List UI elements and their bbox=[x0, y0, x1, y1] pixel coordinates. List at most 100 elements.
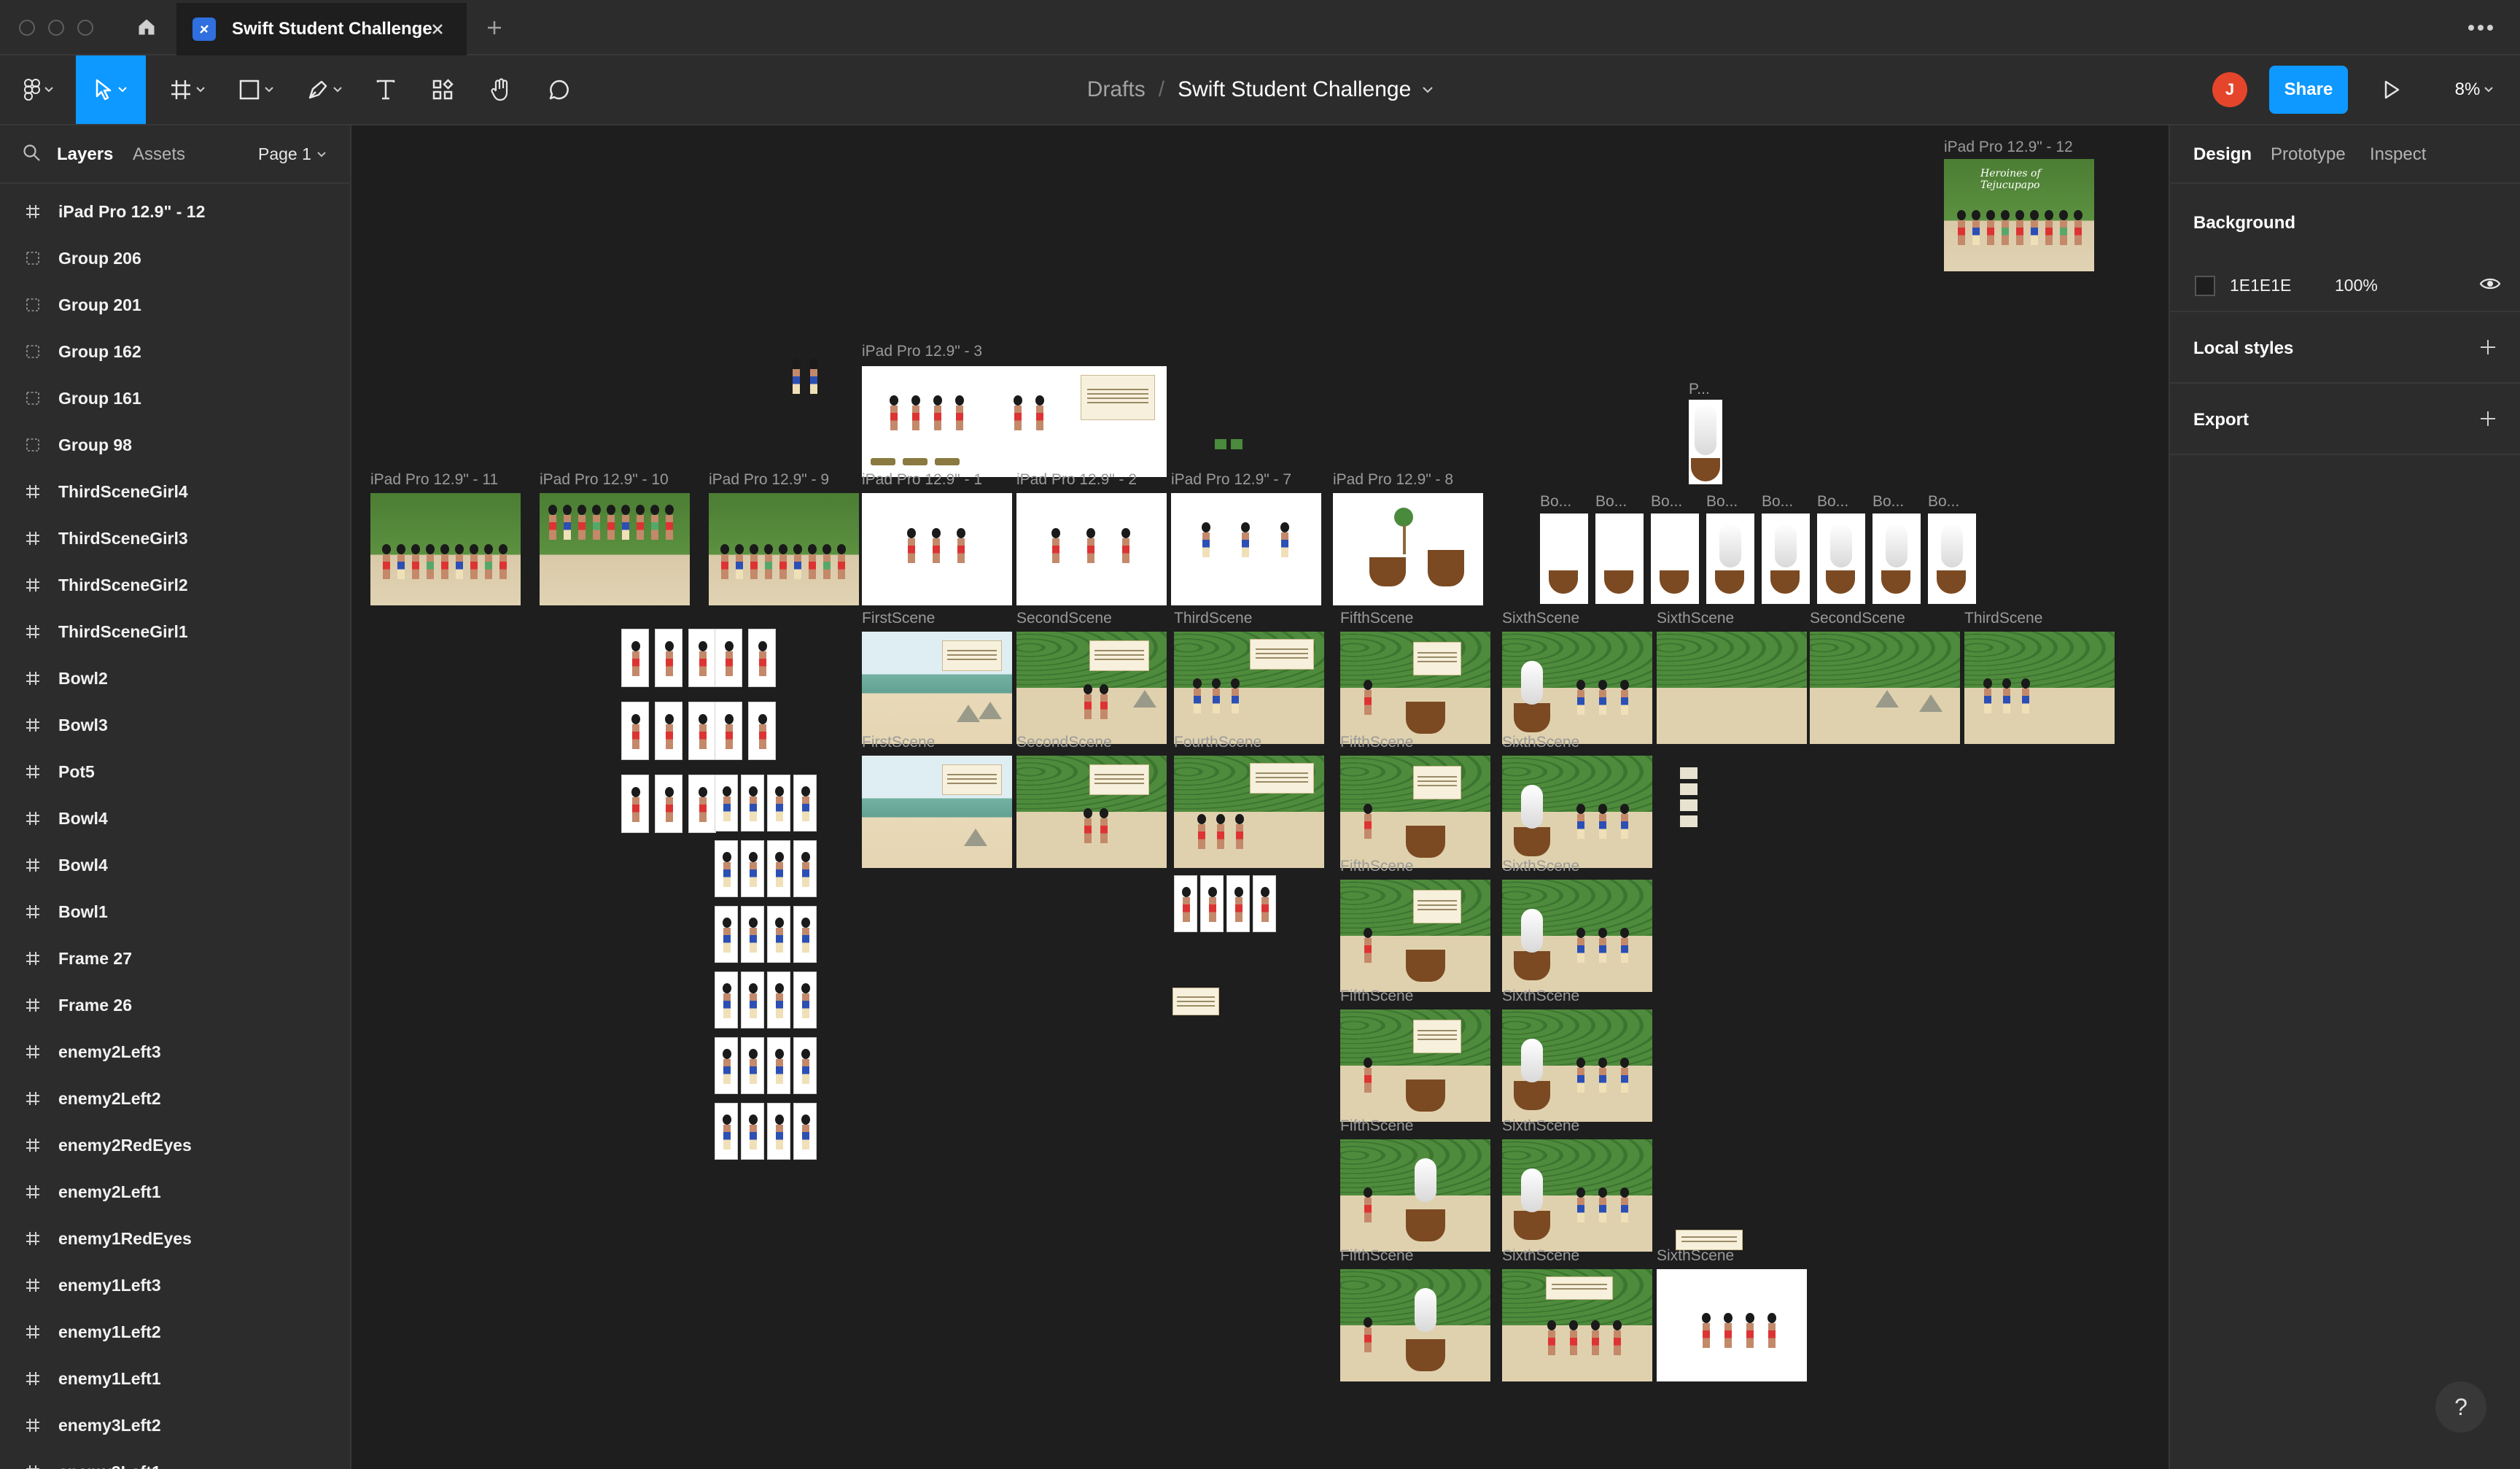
frame-label[interactable]: iPad Pro 12.9" - 9 bbox=[709, 471, 829, 489]
resources-tool-button[interactable] bbox=[424, 55, 461, 124]
dialog-box-asset[interactable] bbox=[1172, 988, 1219, 1015]
character-sprite-frame[interactable] bbox=[741, 972, 764, 1028]
frame-label[interactable]: P... bbox=[1689, 381, 1710, 398]
character-sprite-frame[interactable] bbox=[621, 775, 649, 833]
frame-ipad-8[interactable] bbox=[1333, 493, 1483, 605]
frame-label[interactable]: SecondScene bbox=[1810, 610, 1905, 627]
frame-fifth-scene[interactable] bbox=[1340, 1139, 1490, 1252]
frame-label[interactable]: ThirdScene bbox=[1964, 610, 2042, 627]
layer-item[interactable]: ThirdSceneGirl1 bbox=[0, 608, 350, 655]
frame-first-scene[interactable] bbox=[862, 756, 1012, 868]
layer-item[interactable]: enemy1Left3 bbox=[0, 1262, 350, 1309]
character-sprite-frame[interactable] bbox=[793, 775, 817, 832]
tiny-buttons[interactable] bbox=[1215, 439, 1245, 449]
layer-item[interactable]: ThirdSceneGirl4 bbox=[0, 468, 350, 515]
character-sprite-frame[interactable] bbox=[767, 906, 790, 963]
frame-bowl[interactable] bbox=[1762, 513, 1810, 604]
character-sprite-frame[interactable] bbox=[1200, 875, 1224, 932]
layer-item[interactable]: Frame 27 bbox=[0, 935, 350, 982]
frame-label[interactable]: Bo... bbox=[1872, 493, 1904, 511]
background-hex-input[interactable]: 1E1E1E bbox=[2230, 276, 2291, 295]
shape-tool-button[interactable] bbox=[230, 55, 281, 124]
character-sprite-frame[interactable] bbox=[715, 972, 738, 1028]
frame-label[interactable]: ThirdScene bbox=[1174, 610, 1252, 627]
character-sprite-frame[interactable] bbox=[1174, 875, 1197, 932]
tab-document[interactable]: Swift Student Challenge bbox=[176, 3, 467, 55]
character-sprite-frame[interactable] bbox=[767, 1037, 790, 1094]
design-canvas[interactable]: iPad Pro 12.9" - 12 Heroines of Tejucupa… bbox=[351, 125, 2169, 1469]
layer-item[interactable]: enemy2Left3 bbox=[0, 1028, 350, 1075]
frame-label[interactable]: SixthScene bbox=[1502, 734, 1579, 751]
file-name[interactable]: Swift Student Challenge bbox=[1178, 77, 1411, 102]
frame-label[interactable]: FirstScene bbox=[862, 734, 935, 751]
frame-sixth-scene[interactable] bbox=[1657, 1269, 1807, 1381]
frame-label[interactable]: iPad Pro 12.9" - 12 bbox=[1944, 139, 2073, 156]
frame-label[interactable]: SixthScene bbox=[1502, 610, 1579, 627]
character-sprite-frame[interactable] bbox=[655, 629, 682, 687]
frame-label[interactable]: SixthScene bbox=[1502, 988, 1579, 1005]
character-sprite[interactable] bbox=[808, 359, 820, 394]
layer-item[interactable]: Bowl4 bbox=[0, 842, 350, 888]
frame-second-scene[interactable] bbox=[1016, 756, 1167, 868]
layer-item[interactable]: Group 98 bbox=[0, 422, 350, 468]
frame-fifth-scene[interactable] bbox=[1340, 1269, 1490, 1381]
frame-bowl[interactable] bbox=[1595, 513, 1644, 604]
layer-item[interactable]: Group 161 bbox=[0, 375, 350, 422]
frame-label[interactable]: Bo... bbox=[1706, 493, 1738, 511]
character-sprite-frame[interactable] bbox=[688, 775, 716, 833]
character-sprite-frame[interactable] bbox=[715, 1103, 738, 1160]
frame-label[interactable]: Bo... bbox=[1595, 493, 1627, 511]
character-sprite-frame[interactable] bbox=[621, 702, 649, 760]
frame-sixth-scene[interactable] bbox=[1502, 880, 1652, 992]
layer-item[interactable]: Group 206 bbox=[0, 235, 350, 282]
close-tab-button[interactable] bbox=[427, 19, 448, 39]
character-sprite-frame[interactable] bbox=[688, 629, 716, 687]
frame-sixth-scene[interactable] bbox=[1657, 632, 1807, 744]
frame-second-scene[interactable] bbox=[1016, 632, 1167, 744]
frame-bowl[interactable] bbox=[1872, 513, 1921, 604]
frame-label[interactable]: SecondScene bbox=[1016, 610, 1112, 627]
layer-item[interactable]: iPad Pro 12.9" - 12 bbox=[0, 188, 350, 235]
frame-fifth-scene[interactable] bbox=[1340, 632, 1490, 744]
move-tool-button[interactable] bbox=[76, 55, 146, 124]
layer-item[interactable]: Pot5 bbox=[0, 748, 350, 795]
frame-bowl[interactable] bbox=[1540, 513, 1588, 604]
layer-item[interactable]: Bowl3 bbox=[0, 702, 350, 748]
character-sprite-frame[interactable] bbox=[767, 775, 790, 832]
character-sprite-frame[interactable] bbox=[1226, 875, 1250, 932]
character-sprite-frame[interactable] bbox=[793, 840, 817, 897]
frame-ipad-12[interactable]: Heroines of Tejucupapo bbox=[1944, 159, 2094, 271]
layer-item[interactable]: enemy1Left1 bbox=[0, 1355, 350, 1402]
frame-ipad-10[interactable] bbox=[540, 493, 690, 605]
frame-label[interactable]: FifthScene bbox=[1340, 988, 1413, 1005]
frame-label[interactable]: FifthScene bbox=[1340, 858, 1413, 875]
character-sprite-frame[interactable] bbox=[715, 702, 742, 760]
frame-bowl[interactable] bbox=[1651, 513, 1699, 604]
frame-label[interactable]: SixthScene bbox=[1502, 858, 1579, 875]
frame-bowl[interactable] bbox=[1706, 513, 1754, 604]
frame-fifth-scene[interactable] bbox=[1340, 880, 1490, 992]
background-opacity-input[interactable]: 100% bbox=[2335, 276, 2378, 295]
character-sprite-frame[interactable] bbox=[741, 840, 764, 897]
frame-label[interactable]: FirstScene bbox=[862, 610, 935, 627]
frame-label[interactable]: SecondScene bbox=[1016, 734, 1112, 751]
tab-assets[interactable]: Assets bbox=[133, 144, 185, 165]
character-sprite-frame[interactable] bbox=[1253, 875, 1276, 932]
frame-ipad-1[interactable] bbox=[862, 493, 1012, 605]
frame-sixth-scene[interactable] bbox=[1502, 1009, 1652, 1122]
breadcrumb-drafts-link[interactable]: Drafts bbox=[1087, 77, 1146, 102]
window-minimize-button[interactable] bbox=[48, 20, 64, 36]
frame-label[interactable]: Bo... bbox=[1762, 493, 1793, 511]
character-sprite-frame[interactable] bbox=[715, 1037, 738, 1094]
layer-item[interactable]: enemy2RedEyes bbox=[0, 1122, 350, 1168]
frame-label[interactable]: Bo... bbox=[1651, 493, 1682, 511]
help-button[interactable]: ? bbox=[2435, 1381, 2486, 1433]
window-close-button[interactable] bbox=[19, 20, 35, 36]
present-button[interactable] bbox=[2373, 71, 2411, 108]
layer-item[interactable]: enemy3Left2 bbox=[0, 1402, 350, 1449]
frame-sixth-scene[interactable] bbox=[1502, 632, 1652, 744]
frame-tool-button[interactable] bbox=[162, 55, 213, 124]
eye-icon[interactable] bbox=[2479, 273, 2501, 295]
character-sprite-frame[interactable] bbox=[621, 629, 649, 687]
character-sprite-frame[interactable] bbox=[767, 972, 790, 1028]
